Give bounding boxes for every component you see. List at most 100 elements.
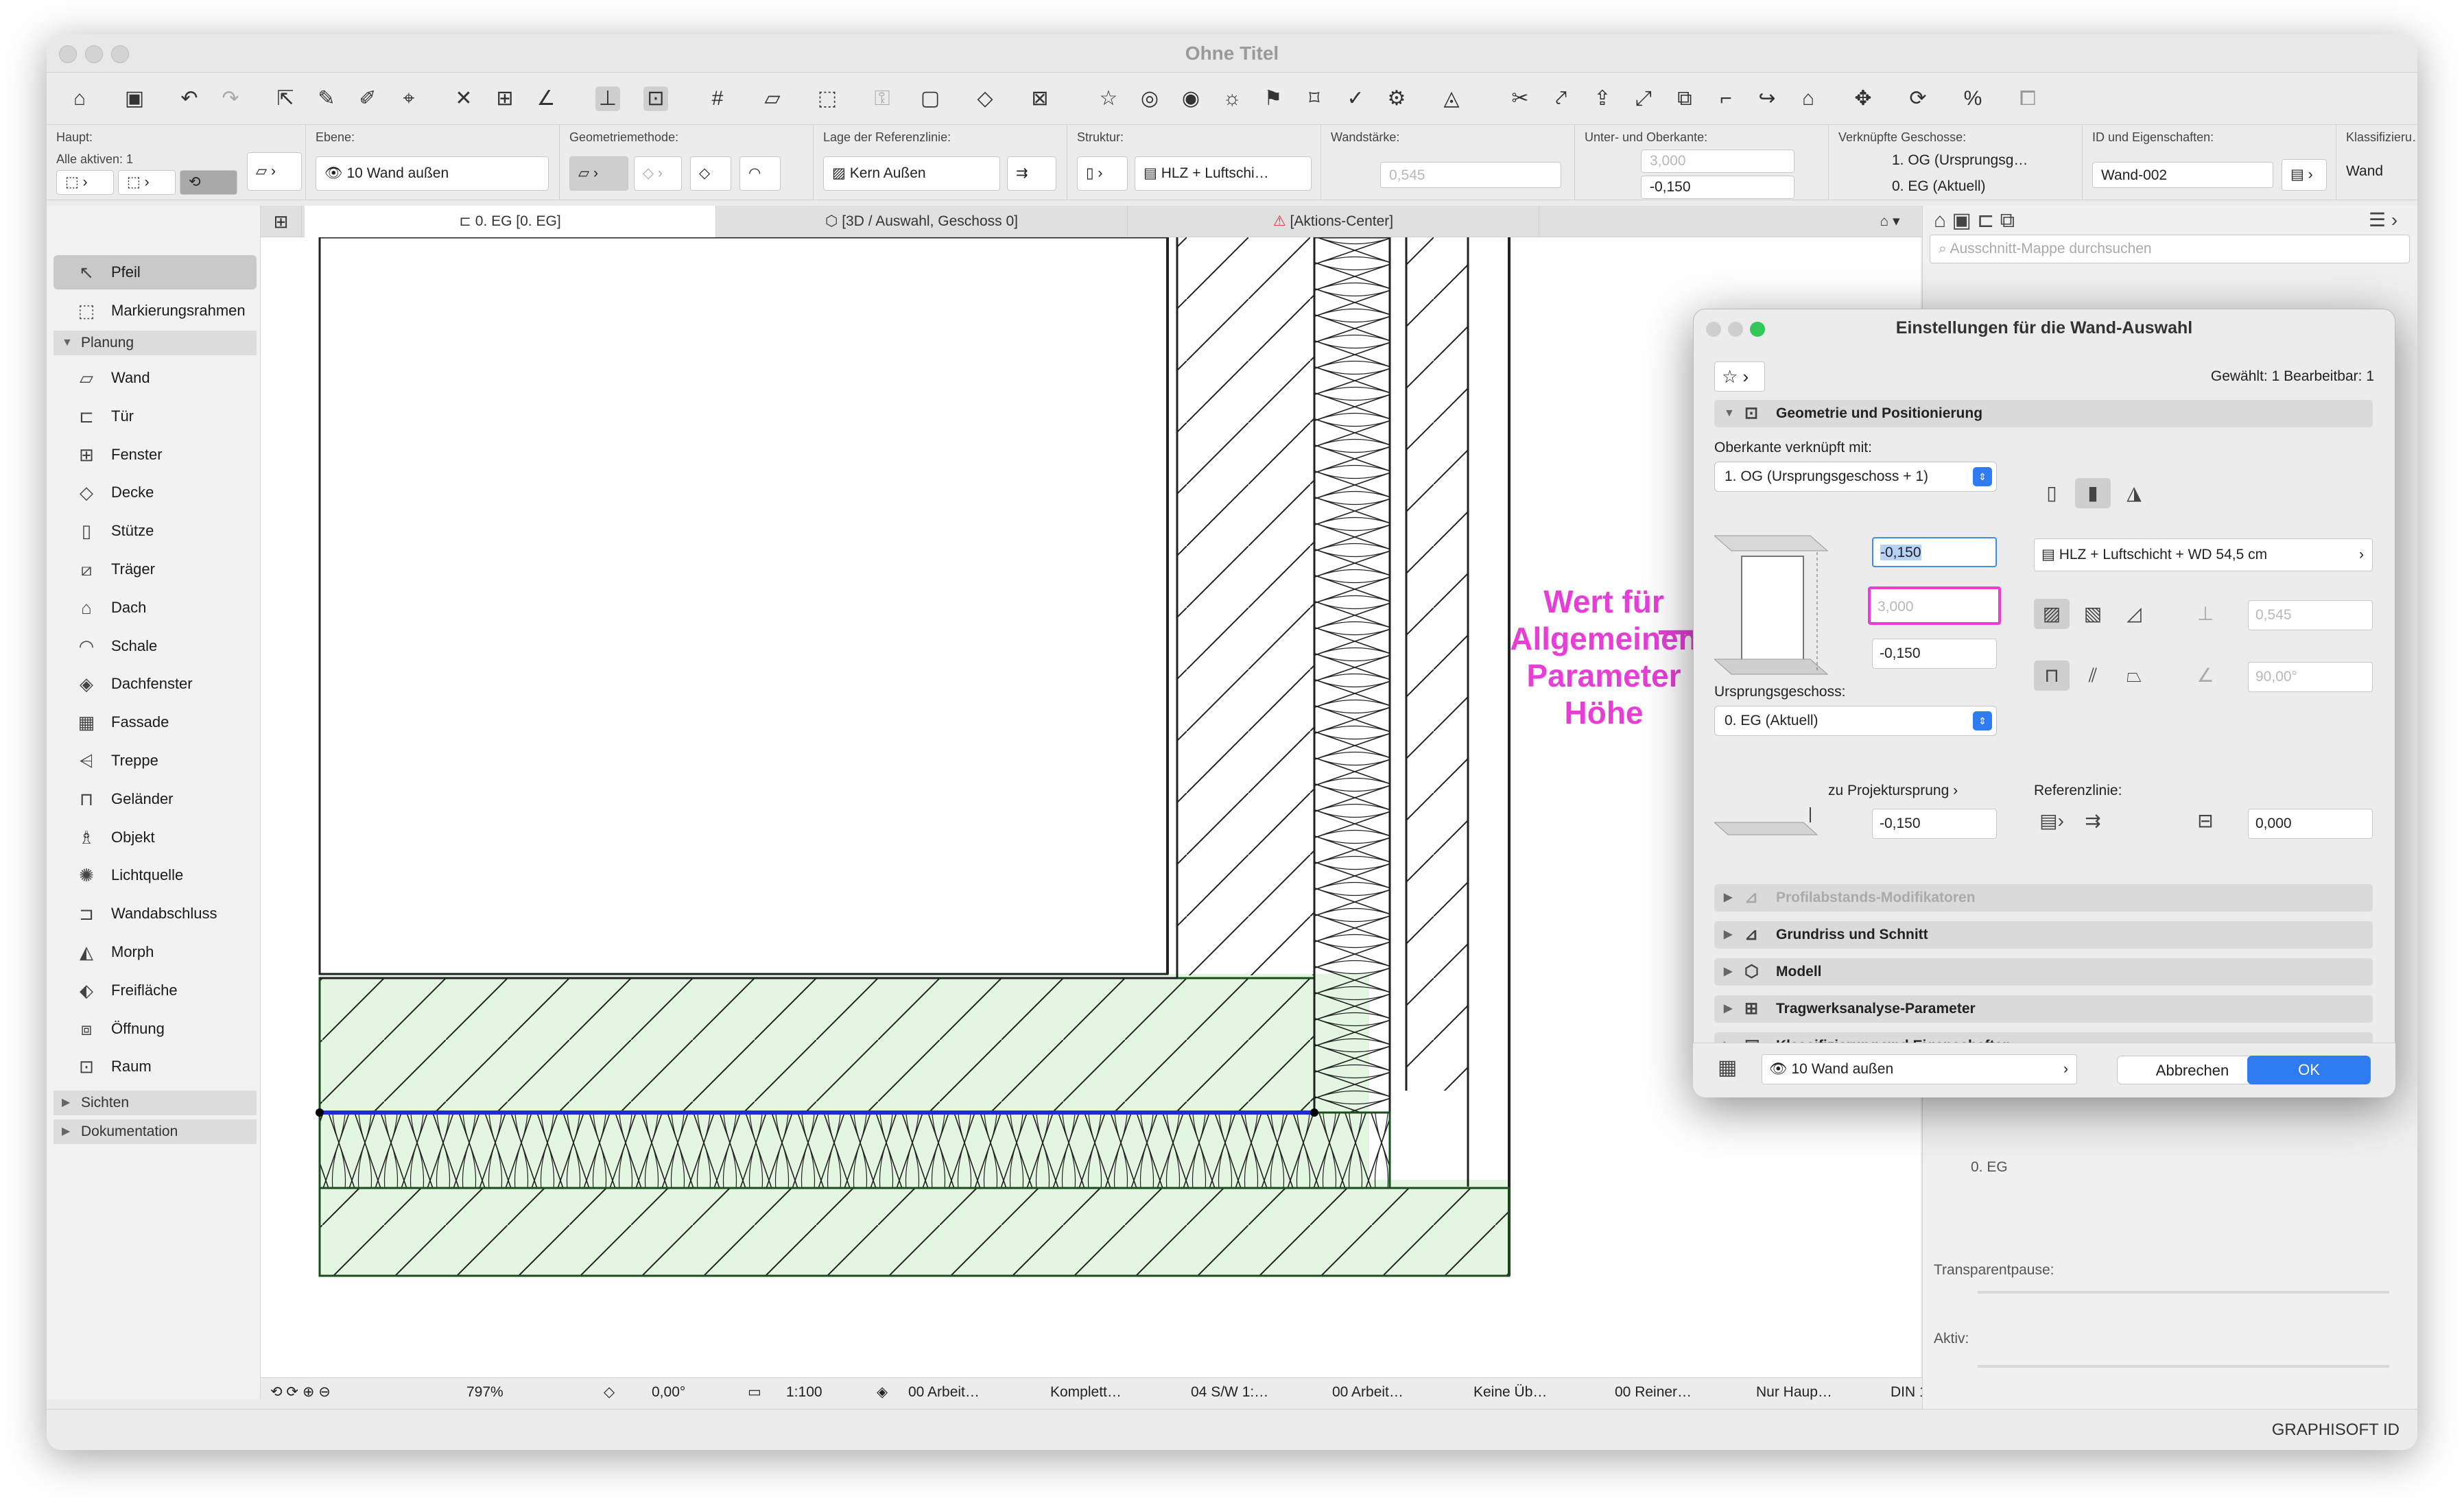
top-offset-field[interactable]: -0,150 xyxy=(1872,537,1997,567)
tool-dach[interactable]: ⌂ Dach xyxy=(54,591,257,625)
marquee-tool-icon[interactable]: ⬚ xyxy=(815,86,840,111)
marquee-mode-button[interactable]: ⬚ › xyxy=(118,170,176,195)
snap-icon[interactable]: ✕ xyxy=(451,86,476,111)
roof-trim-icon[interactable]: ⌂ xyxy=(1796,86,1821,111)
snap-guide-icon[interactable]: ⊡ xyxy=(643,86,668,111)
project-zero-field[interactable]: -0,150 xyxy=(1872,809,1997,839)
inject-icon[interactable]: ✐ xyxy=(355,86,380,111)
wall-straight-button[interactable]: ⊓ xyxy=(2034,661,2070,691)
tool-raum[interactable]: ⊡ Raum xyxy=(54,1049,257,1084)
undo-icon[interactable]: ↶ xyxy=(177,86,202,111)
thickness-field[interactable]: 0,545 xyxy=(2248,600,2373,630)
refline-direction-button[interactable]: ⇉ xyxy=(2075,806,2111,836)
grid-icon[interactable]: # xyxy=(705,86,730,111)
bottom-offset-field[interactable]: -0,150 xyxy=(1872,639,1997,669)
offset-icon[interactable]: ⧉ xyxy=(1672,86,1697,111)
curve-icon[interactable]: ↪ xyxy=(1755,86,1779,111)
solar-icon[interactable]: ☼ xyxy=(1220,86,1244,111)
section-model[interactable]: ▶ ⬡ Modell xyxy=(1714,958,2373,986)
tool-schale[interactable]: ◠ Schale xyxy=(54,629,257,663)
home-story-select[interactable]: 0. EG (Aktuell) ⇕ xyxy=(1714,706,1997,736)
top-linked-select[interactable]: 1. OG (Ursprungsgeschoss + 1) ⇕ xyxy=(1714,462,1997,492)
panel-menu-icon[interactable]: ☰ › xyxy=(2369,209,2397,231)
rotate-icon[interactable]: ⟳ xyxy=(1906,86,1930,111)
project-zero-label[interactable]: zu Projektursprung › xyxy=(1828,783,1958,799)
project-map-icon[interactable]: ⌂ ▣ ⊏ ⧉ xyxy=(1934,209,2015,233)
refline-inside-button[interactable]: ◿ xyxy=(2116,599,2152,629)
tool-decke[interactable]: ◇ Decke xyxy=(54,475,257,510)
wall-top-field[interactable]: 3,000 xyxy=(1641,150,1794,173)
tool-öffnung[interactable]: ⧈ Öffnung xyxy=(54,1012,257,1046)
duplicate-icon[interactable]: ⧠ xyxy=(2015,86,2040,111)
structure-basic-button[interactable]: ▯ xyxy=(2034,478,2070,508)
section-geometry[interactable]: ▼ ⊡ Geometrie und Positionierung xyxy=(1714,400,2373,427)
section-structural[interactable]: ▶ ⊞ Tragwerksanalyse-Parameter xyxy=(1714,995,2373,1023)
transparent-slider[interactable] xyxy=(1978,1291,2389,1294)
zoom-value[interactable]: 797% xyxy=(466,1378,504,1407)
aktiv-slider[interactable] xyxy=(1978,1365,2389,1368)
geometry-polygon-button[interactable]: ◇ xyxy=(690,156,731,191)
adjust-icon[interactable]: ⤤ xyxy=(1549,86,1574,111)
floor-plan-canvas[interactable] xyxy=(261,236,1921,1377)
thickness-field[interactable]: 0,545 xyxy=(1380,162,1561,188)
split-icon[interactable]: ✂ xyxy=(1508,86,1532,111)
shape-icon[interactable]: ◬ xyxy=(1439,86,1464,111)
tool-träger[interactable]: ⧄ Träger xyxy=(54,552,257,586)
tab-menu-button[interactable]: ⌂ ▾ xyxy=(1859,206,1921,237)
dialog-layer-select[interactable]: 👁 10 Wand außen › xyxy=(1762,1054,2077,1084)
structure-composite-button[interactable]: ▮ xyxy=(2075,478,2111,508)
home-icon[interactable]: ⌂ xyxy=(67,86,92,111)
tool-objekt[interactable]: ♗ Objekt xyxy=(54,820,257,855)
percent-icon[interactable]: % xyxy=(1960,86,1985,111)
composite-select-button[interactable]: ▤ HLZ + Luftschicht + WD 54,5 cm › xyxy=(2034,538,2373,571)
elevate-icon[interactable]: ⇪ xyxy=(1590,86,1615,111)
favorites-star-button[interactable]: ☆ › xyxy=(1714,361,1765,392)
ok-button[interactable]: OK xyxy=(2247,1056,2371,1084)
tool-morph[interactable]: ◭ Morph xyxy=(54,935,257,969)
model-view-value[interactable]: Komplett… xyxy=(1019,1378,1122,1407)
refline-start-node[interactable] xyxy=(316,1108,324,1117)
favorites-icon[interactable]: ☆ xyxy=(1096,86,1121,111)
wall-trapezoid-button[interactable]: ⏢ xyxy=(2116,661,2152,691)
group-planung[interactable]: ▼ Planung xyxy=(54,331,257,355)
override-value[interactable]: 00 Arbeit… xyxy=(1301,1378,1403,1407)
refline-outside-button[interactable]: ▧ xyxy=(2075,599,2111,629)
tool-fenster[interactable]: ⊞ Fenster xyxy=(54,438,257,472)
pen-set-value[interactable]: 04 S/W 1:… xyxy=(1159,1378,1268,1407)
refline-position-button[interactable]: ▤› xyxy=(2034,806,2070,836)
group-dokumentation[interactable]: ▶ Dokumentation xyxy=(54,1119,257,1144)
arrow-select-icon[interactable]: ⇱ xyxy=(273,86,298,111)
scale-value[interactable]: 1:100 xyxy=(756,1378,822,1407)
view-map-search-input[interactable]: ⌕ Ausschnitt-Mappe durchsuchen xyxy=(1930,235,2410,263)
zoom-tools-icon[interactable]: ⟲ ⟳ ⊕ ⊖ xyxy=(270,1378,331,1407)
tool-geländer[interactable]: ⊓ Geländer xyxy=(54,782,257,816)
composite-select[interactable]: ▤ HLZ + Luftschi… xyxy=(1135,156,1312,191)
resize-icon[interactable]: ⤢ xyxy=(1631,86,1656,111)
id-field[interactable]: Wand-002 xyxy=(2092,162,2273,188)
home-story-select[interactable]: 0. EG (Aktuell) xyxy=(1884,176,2055,199)
slant-angle-field[interactable]: 90,00° xyxy=(2248,662,2373,692)
pick-up-icon[interactable]: ✎ xyxy=(314,86,339,111)
zone-stamp-icon[interactable]: ◉ xyxy=(1178,86,1203,111)
render-icon[interactable]: ◎ xyxy=(1137,86,1162,111)
layer-select[interactable]: 👁 10 Wand außen xyxy=(316,156,549,191)
section-plan[interactable]: ▶ ⊿ Grundriss und Schnitt xyxy=(1714,921,2373,949)
angle-value[interactable]: 0,00° xyxy=(652,1378,685,1407)
shape-mode-button[interactable]: ▱ › xyxy=(247,152,302,191)
dimension-icon[interactable]: ⊞ xyxy=(493,86,517,111)
tool-wand[interactable]: ▱ Wand xyxy=(54,361,257,395)
graphisoft-id-label[interactable]: GRAPHISOFT ID xyxy=(2272,1421,2400,1440)
tab-aktions-center[interactable]: ⚠ [Aktions-Center] xyxy=(1128,206,1539,237)
section-profile[interactable]: ▶ ⊿ Profilabstands-Modifikatoren xyxy=(1714,884,2373,912)
refline-core-button[interactable]: ▨ xyxy=(2034,599,2070,629)
wall-slanted-button[interactable]: ⫽ xyxy=(2075,661,2111,691)
save-icon[interactable]: ▣ xyxy=(122,86,147,111)
partial-structure-value[interactable]: Nur Haup… xyxy=(1725,1378,1832,1407)
redo-icon[interactable]: ↷ xyxy=(218,86,243,111)
structure-type-button[interactable]: ▯ › xyxy=(1077,156,1128,191)
tool-fassade[interactable]: ▦ Fassade xyxy=(54,705,257,739)
tab-overview-icon[interactable]: ⊞ xyxy=(261,206,302,237)
guide-line-icon[interactable]: ⊥ xyxy=(595,86,620,111)
tool-pfeil[interactable]: ↖ Pfeil xyxy=(54,255,257,289)
view-icon[interactable]: ▢ xyxy=(918,86,943,111)
